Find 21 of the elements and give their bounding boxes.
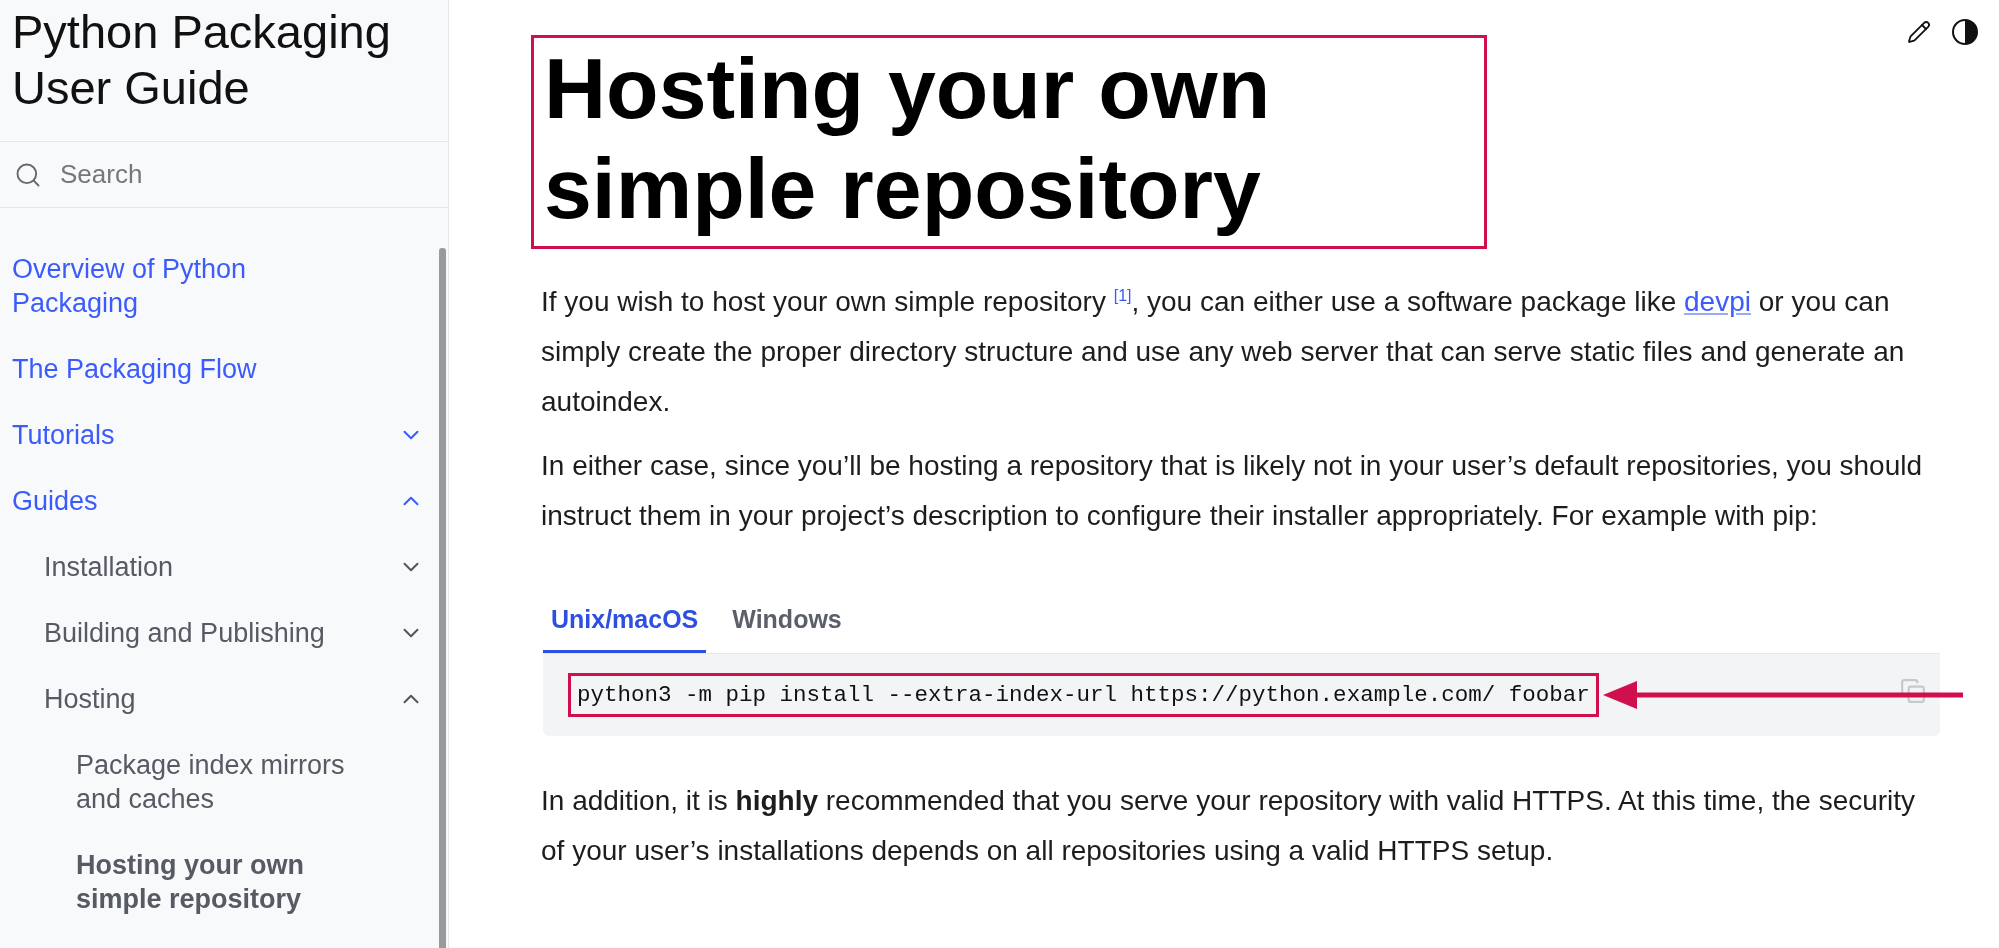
site-title[interactable]: Python Packaging User Guide [0, 0, 448, 143]
scrollbar[interactable] [439, 248, 446, 948]
footnote-link[interactable]: [1] [1113, 287, 1132, 304]
search-field[interactable]: Search [58, 158, 362, 192]
nav-link[interactable]: Hosting your own simple repository [12, 848, 448, 916]
nav-link[interactable]: Installation [12, 550, 448, 584]
nav-link[interactable]: Overview of Python Packaging [12, 252, 448, 320]
page-title: Hosting your own simple repository [544, 39, 1272, 238]
nav-link[interactable]: Building and Publishing [12, 616, 448, 650]
nav-link[interactable]: The Packaging Flow [12, 352, 448, 386]
nav-link[interactable]: Package index mirrors and caches [12, 748, 448, 816]
nav-link[interactable]: Tutorials [12, 418, 448, 452]
nav-link[interactable]: Hosting [12, 682, 448, 716]
edit-icon[interactable] [1907, 20, 1931, 44]
devpi-link[interactable]: devpi [1684, 286, 1751, 318]
nav-link[interactable]: Guides [12, 484, 448, 518]
paragraph: If you wish to host your own simple repository $^{[1]}$, you can either use a software package like devpi or you can simply create the proper directory structure and use any web server that can serve static files and generate an autoindex. [541, 285, 1906, 420]
contrast-icon[interactable] [1951, 18, 1979, 46]
os-tab[interactable]: Windows [724, 591, 850, 654]
paragraph: In either case, since you’ll be hosting a repository that is likely not in your user’s default repositories, you should instruct them in your project’s description to configure their installer appropriately. For example with pip: [541, 449, 1924, 534]
paragraph: In addition, it is highly recommended that you serve your repository with valid HTTPS. At this time, the security of your user’s installations depends on all repositories using a valid HTTPS setup. [541, 784, 1917, 869]
